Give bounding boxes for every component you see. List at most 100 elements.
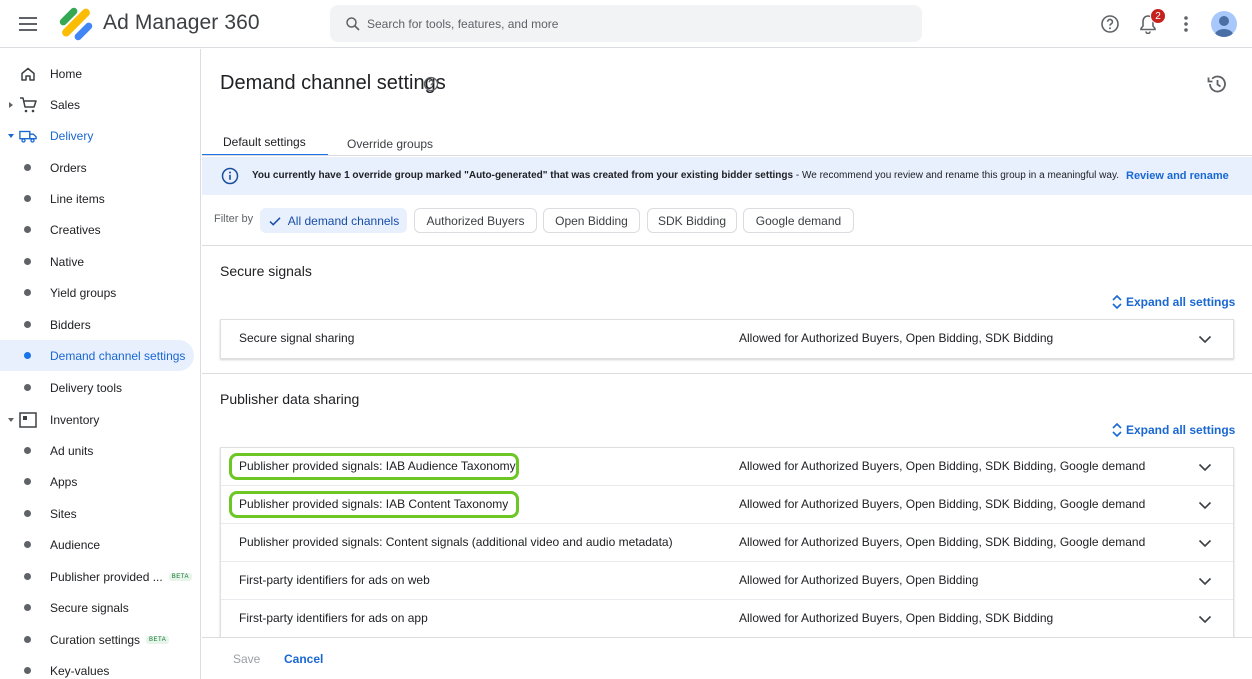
notification-count-badge: 2 [1150,8,1166,24]
unfold-more-icon [1112,422,1122,438]
history-icon[interactable] [1206,73,1228,95]
table-row[interactable]: Publisher provided signals: Content sign… [221,524,1233,562]
truck-icon [19,127,37,145]
bullet-dot [24,478,31,485]
bullet-dot [24,226,31,233]
avatar[interactable] [1211,11,1237,37]
ad-manager-logo-icon[interactable] [59,7,93,41]
chevron-down-icon[interactable] [1197,573,1213,589]
setting-name: Publisher provided signals: IAB Content … [239,497,509,511]
sidebar-item-sales[interactable]: Sales [0,89,194,120]
inventory-icon [19,411,37,429]
table-row[interactable]: First-party identifiers for ads on web A… [221,562,1233,600]
bullet-dot [24,667,31,674]
sidebar-item-secure-signals[interactable]: Secure signals [0,592,194,623]
sidebar-item-sites[interactable]: Sites [0,498,194,529]
footer-bar: Save Cancel [202,637,1252,679]
sidebar-item-delivery[interactable]: Delivery [0,120,194,151]
setting-name: Publisher provided signals: Content sign… [239,535,673,549]
table-row[interactable]: Publisher provided signals: IAB Content … [221,486,1233,524]
tabs-divider [202,155,1252,156]
caret-right-icon[interactable] [8,101,14,108]
caret-down-icon[interactable] [8,133,14,139]
top-app-bar: Ad Manager 360 2 [0,0,1252,48]
beta-badge: BETA [146,636,170,645]
sidebar-item-inventory[interactable]: Inventory [0,404,194,435]
bullet-dot [24,384,31,391]
bullet-dot [24,321,31,328]
setting-value: Allowed for Authorized Buyers, Open Bidd… [739,497,1146,511]
setting-value: Allowed for Authorized Buyers, Open Bidd… [739,331,1054,345]
filter-label: Filter by [214,213,254,225]
setting-name: First-party identifiers for ads on web [239,573,430,587]
table-row[interactable]: Secure signal sharing Allowed for Author… [221,320,1233,358]
sidebar-item-label: Curation settings [50,632,141,647]
setting-value: Allowed for Authorized Buyers, Open Bidd… [739,611,1054,625]
setting-value: Allowed for Authorized Buyers, Open Bidd… [739,573,979,587]
more-vert-icon[interactable] [1174,12,1198,36]
review-and-rename-link[interactable]: Review and rename [1126,170,1229,182]
sidebar-item-key-values[interactable]: Key-values [0,655,194,679]
sidebar-item-curation-settings[interactable]: Curation settings BETA [0,624,194,655]
chip-google-demand[interactable]: Google demand [743,208,854,233]
sidebar-item-native[interactable]: Native [0,246,194,277]
sidebar-item-demand-channel-settings[interactable]: Demand channel settings [0,340,194,371]
search-icon [346,16,360,31]
info-icon [221,167,239,185]
table-row[interactable]: Publisher provided signals: IAB Audience… [221,448,1233,486]
publisher-data-sharing-card: Publisher provided signals: IAB Audience… [220,447,1234,639]
bullet-dot [24,164,31,171]
chevron-down-icon[interactable] [1197,459,1213,475]
info-banner: You currently have 1 override group mark… [202,157,1252,195]
table-row[interactable]: First-party identifiers for ads on app A… [221,600,1233,638]
help-icon[interactable] [1098,12,1122,36]
save-button[interactable]: Save [233,652,260,666]
tab-default-settings[interactable]: Default settings [202,131,328,156]
chip-all-demand-channels[interactable]: All demand channels [260,208,407,233]
search-input[interactable] [367,16,907,31]
section-title-publisher-data-sharing: Publisher data sharing [220,391,360,407]
bullet-dot [24,352,31,359]
main-content: Demand channel settings Default settings… [202,49,1252,679]
bullet-dot [24,604,31,611]
sidebar-item-home[interactable]: Home [0,58,194,89]
sidebar-item-delivery-tools[interactable]: Delivery tools [0,372,194,403]
chevron-down-icon[interactable] [1197,497,1213,513]
home-icon [19,65,37,83]
chip-open-bidding[interactable]: Open Bidding [543,208,640,233]
chevron-down-icon[interactable] [1197,535,1213,551]
divider [202,245,1252,246]
sidebar-nav: Home Sales Delivery Orders Line items Cr… [0,49,201,679]
banner-text: You currently have 1 override group mark… [252,170,1119,181]
sidebar-item-creatives[interactable]: Creatives [0,214,194,245]
setting-name: First-party identifiers for ads on app [239,611,428,625]
cancel-button[interactable]: Cancel [284,652,323,666]
expand-all-settings-link[interactable]: Expand all settings [1110,293,1235,311]
bullet-dot [24,289,31,296]
bullet-dot [24,573,31,580]
chevron-down-icon[interactable] [1197,611,1213,627]
tab-override-groups[interactable]: Override groups [347,131,433,156]
expand-all-settings-link[interactable]: Expand all settings [1110,421,1235,439]
chip-sdk-bidding[interactable]: SDK Bidding [647,208,737,233]
search-bar[interactable] [330,5,922,42]
app-title: Ad Manager 360 [103,11,260,34]
chevron-down-icon[interactable] [1197,331,1213,347]
sidebar-item-orders[interactable]: Orders [0,152,194,183]
sidebar-item-bidders[interactable]: Bidders [0,309,194,340]
bullet-dot [24,258,31,265]
sidebar-item-ad-units[interactable]: Ad units [0,435,194,466]
sidebar-item-apps[interactable]: Apps [0,466,194,497]
sidebar-item-line-items[interactable]: Line items [0,183,194,214]
bullet-dot [24,447,31,454]
menu-icon[interactable] [16,12,40,36]
sidebar-item-publisher-provided[interactable]: Publisher provided ... BETA [0,561,194,592]
sidebar-item-audience[interactable]: Audience [0,529,194,560]
page-title: Demand channel settings [220,72,446,94]
sidebar-item-yield-groups[interactable]: Yield groups [0,277,194,308]
secure-signals-card: Secure signal sharing Allowed for Author… [220,319,1234,359]
help-circle-icon[interactable] [423,76,439,92]
chip-authorized-buyers[interactable]: Authorized Buyers [414,208,537,233]
caret-down-icon[interactable] [8,417,14,423]
beta-badge: BETA [168,573,192,582]
